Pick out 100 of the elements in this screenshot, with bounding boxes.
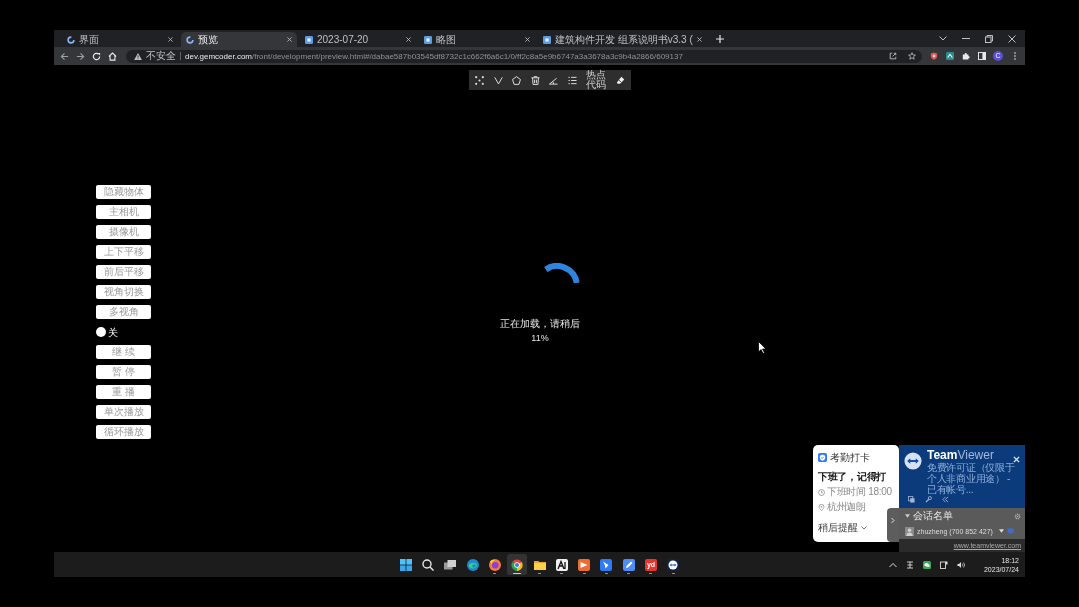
spinner-icon — [542, 263, 580, 286]
panel-button[interactable]: 多视角 — [96, 305, 151, 319]
folder-icon — [533, 558, 546, 571]
toolbar-text-button[interactable]: 热点代码 — [586, 70, 607, 90]
mouse-pointer-icon — [758, 341, 767, 354]
chat-app-icon[interactable] — [922, 560, 931, 569]
chevron-down-icon — [861, 526, 867, 530]
puzzle-icon[interactable] — [962, 52, 970, 60]
double-chevron-icon[interactable] — [942, 496, 949, 503]
caret-down-icon[interactable] — [998, 529, 1004, 533]
caret-down-icon[interactable] — [905, 514, 910, 518]
app-icon — [600, 558, 613, 571]
warning-icon — [134, 52, 142, 60]
polyline-icon[interactable] — [493, 75, 503, 85]
start-icon — [399, 558, 412, 571]
toggle-switch[interactable] — [96, 327, 106, 337]
notification-title: 下班了，记得打 — [818, 471, 886, 483]
panel-button[interactable]: 主相机 — [96, 205, 151, 219]
notification-detail: 杭州迦朗 — [827, 501, 866, 513]
teamviewer-title: TeamViewer — [927, 449, 995, 462]
panel-button[interactable]: 继 续 — [96, 345, 151, 359]
back-icon[interactable] — [60, 51, 69, 61]
license-text: 免费许可证（仅限于个人非商业用途） - 已有帐号... — [927, 462, 1016, 495]
trash-icon[interactable] — [530, 75, 540, 85]
wrench-icon[interactable] — [925, 496, 932, 503]
new-tab-icon[interactable] — [715, 35, 724, 43]
list-icon[interactable] — [567, 75, 577, 85]
notification-app-name: 考勤打卡 — [830, 452, 870, 463]
location-pin-icon — [818, 503, 825, 511]
clock-icon — [818, 488, 825, 496]
browser-tab[interactable]: 2023-07-20 — [300, 32, 416, 47]
copy-icon[interactable] — [908, 496, 915, 503]
toggle-label: 关 — [108, 326, 118, 338]
extension-tile-icon[interactable] — [946, 52, 954, 60]
loading-percent: 11% — [531, 333, 549, 344]
page-icon — [424, 35, 432, 44]
display-icon[interactable] — [939, 560, 948, 569]
search-icon — [422, 558, 434, 571]
app-icon — [578, 558, 591, 571]
star-icon[interactable] — [908, 52, 916, 60]
angle-icon[interactable] — [549, 75, 559, 85]
app-icon — [555, 558, 568, 571]
address-field[interactable]: 不安全 dev.gemcoder.com/front/development/preview.html#/dabae587b03545df8732c1c662f6a6c1/0/ff2c8a5e9b6747a3a3678a3c9b4a2866/609137 — [126, 49, 922, 63]
app-icon — [667, 558, 680, 571]
chevron-down-icon[interactable] — [939, 36, 947, 41]
session-list-title: 会话名单 — [913, 510, 953, 522]
logo-icon — [904, 452, 922, 470]
close-icon[interactable] — [287, 37, 292, 42]
page-icon — [305, 35, 313, 44]
panel-button[interactable]: 重 播 — [96, 385, 151, 399]
expand-handle-icon[interactable] — [887, 508, 899, 542]
close-icon[interactable] — [696, 37, 702, 42]
app-icon — [622, 558, 635, 571]
speaker-icon[interactable] — [956, 560, 965, 569]
browser-tab[interactable]: 建筑构件开发 组系说明书v3.3 ( — [538, 32, 707, 47]
minimize-icon[interactable] — [962, 36, 970, 41]
panel-button[interactable]: 视角切换 — [96, 285, 151, 299]
close-icon[interactable] — [1008, 34, 1016, 43]
loading-ring-icon — [186, 35, 194, 44]
share-icon[interactable] — [889, 52, 897, 60]
panel-button[interactable]: 摄像机 — [96, 225, 151, 239]
eraser-icon[interactable] — [615, 75, 625, 85]
page-icon — [543, 35, 551, 44]
shield-icon[interactable] — [930, 52, 938, 60]
app-icon — [488, 558, 501, 571]
close-icon[interactable] — [525, 37, 530, 42]
browser-tab[interactable]: 略图 — [419, 32, 535, 47]
loading-message: 正在加载，请稍后 — [500, 318, 580, 330]
remind-later-button[interactable]: 稍后提醒 — [818, 522, 867, 534]
loading-ring-icon — [67, 35, 75, 44]
task-view-icon — [444, 558, 457, 571]
security-label: 不安全 — [146, 50, 176, 62]
taskbar-button[interactable] — [507, 554, 528, 575]
panel-button[interactable]: 上下平移 — [96, 245, 151, 259]
panel-button[interactable]: 前后平移 — [96, 265, 151, 279]
close-icon[interactable] — [406, 37, 411, 42]
input-method-icon[interactable] — [905, 560, 914, 569]
reload-icon[interactable] — [92, 51, 101, 61]
app-icon — [511, 558, 524, 571]
url-text: dev.gemcoder.com/front/development/preview.html#/dabae587b03545df8732c1c662f6a6c1/0/ff2c8a5e9b6747a3a3678a3c9b4a2866/609137 — [185, 51, 683, 61]
panel-button[interactable]: 单次播放 — [96, 405, 151, 419]
sidebar-icon[interactable] — [978, 52, 986, 60]
browser-tab[interactable]: 界面 — [62, 32, 178, 47]
panel-button[interactable]: 隐藏物体 — [96, 185, 151, 199]
app-icon — [466, 558, 479, 571]
shield-check-icon — [818, 453, 827, 462]
settings-icon[interactable] — [1014, 512, 1021, 520]
panel-button[interactable]: 暂 停 — [96, 365, 151, 379]
restore-icon[interactable] — [985, 34, 993, 43]
browser-tab[interactable]: 预览 — [181, 32, 297, 47]
home-icon[interactable] — [108, 51, 117, 61]
pentagon-icon[interactable] — [512, 75, 522, 85]
points-icon[interactable] — [475, 75, 484, 85]
close-icon[interactable] — [168, 37, 173, 42]
notification-detail: 下班时间 18:00 — [827, 486, 892, 498]
chevron-up-icon[interactable] — [888, 560, 897, 569]
panel-button[interactable]: 循环播放 — [96, 425, 151, 439]
person-icon — [905, 526, 914, 536]
close-icon[interactable] — [1013, 456, 1020, 463]
forward-icon[interactable] — [76, 51, 85, 61]
